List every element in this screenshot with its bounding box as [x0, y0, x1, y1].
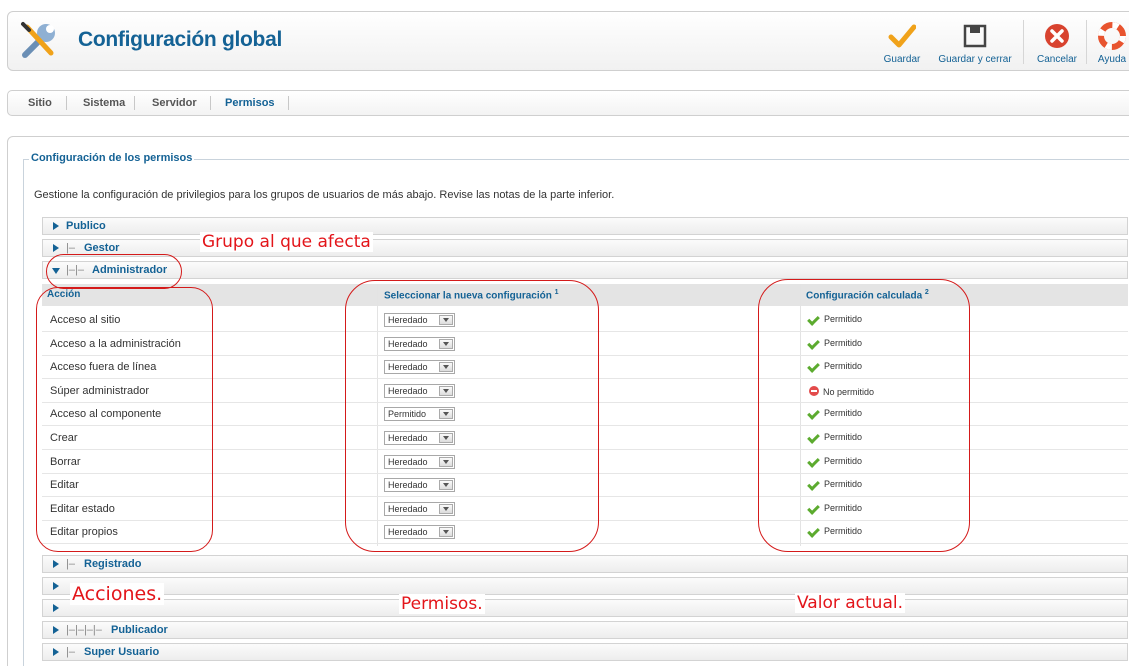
toolbar-header: Configuración global Guardar Guardar y c… — [7, 11, 1129, 71]
page-title: Configuración global — [78, 28, 282, 51]
group-hidden-1[interactable] — [42, 577, 1128, 595]
expand-arrow-icon — [53, 222, 59, 230]
expand-arrow-icon — [53, 582, 59, 590]
tab-divider — [210, 96, 211, 110]
tab-divider — [134, 96, 135, 110]
group-name: Registrado — [84, 558, 142, 570]
save-close-label: Guardar y cerrar — [938, 54, 1012, 65]
save-close-button[interactable]: Guardar y cerrar — [933, 16, 1017, 68]
permissions-legend: Configuración de los permisos — [29, 152, 195, 164]
annotation-oval-current — [758, 279, 970, 552]
help-label: Ayuda — [1097, 54, 1127, 65]
tab-sitio[interactable]: Sitio — [28, 97, 52, 109]
help-button[interactable]: Ayuda — [1092, 16, 1129, 68]
toolbar-divider — [1086, 20, 1087, 64]
tree-indent: |– — [66, 646, 75, 658]
expand-arrow-icon — [53, 648, 59, 656]
expand-arrow-icon — [53, 604, 59, 612]
annotation-oval-permissions — [345, 280, 599, 552]
group-publicador[interactable]: |–|–|–|– Publicador — [42, 621, 1128, 639]
annotation-current-label: Valor actual. — [795, 593, 905, 613]
save-label: Guardar — [883, 54, 921, 65]
group-hidden-2[interactable] — [42, 599, 1128, 617]
tab-permisos[interactable]: Permisos — [225, 97, 275, 109]
group-name: Super Usuario — [84, 646, 160, 658]
tree-indent: |– — [66, 558, 75, 570]
save-button[interactable]: Guardar — [880, 16, 924, 68]
annotation-permissions-label: Permisos. — [399, 594, 485, 614]
tab-divider — [288, 96, 289, 110]
expand-arrow-icon — [53, 626, 59, 634]
expand-arrow-icon — [53, 560, 59, 568]
permissions-description: Gestione la configuración de privilegios… — [34, 189, 615, 201]
group-name: Publico — [66, 220, 106, 232]
checkmark-icon — [888, 24, 916, 48]
tree-indent: |–|–|–|– — [66, 624, 102, 636]
annotation-oval-group — [46, 254, 182, 289]
annotation-actions-label: Acciones. — [70, 583, 165, 605]
tab-sistema[interactable]: Sistema — [83, 97, 125, 109]
cancel-icon — [1045, 24, 1069, 48]
tab-divider — [66, 96, 67, 110]
tab-servidor[interactable]: Servidor — [152, 97, 197, 109]
tree-indent: |– — [66, 242, 75, 254]
cancel-button[interactable]: Cancelar — [1034, 16, 1080, 68]
annotation-group-label: Grupo al que afecta — [200, 232, 373, 252]
toolbar-divider — [1023, 20, 1024, 64]
group-super-usuario[interactable]: |– Super Usuario — [42, 643, 1128, 661]
group-name: Gestor — [84, 242, 120, 254]
lifebuoy-icon — [1098, 22, 1126, 50]
group-registrado[interactable]: |– Registrado — [42, 555, 1128, 573]
group-name: Publicador — [111, 624, 168, 636]
config-tabs: Sitio Sistema Servidor Permisos — [7, 90, 1129, 116]
cancel-label: Cancelar — [1036, 54, 1078, 65]
group-administrador[interactable]: |–|– Administrador — [42, 261, 1128, 279]
annotation-oval-actions — [36, 287, 213, 552]
floppy-disk-icon — [963, 24, 987, 48]
expand-arrow-icon — [53, 244, 59, 252]
wrench-screwdriver-icon — [19, 21, 59, 61]
